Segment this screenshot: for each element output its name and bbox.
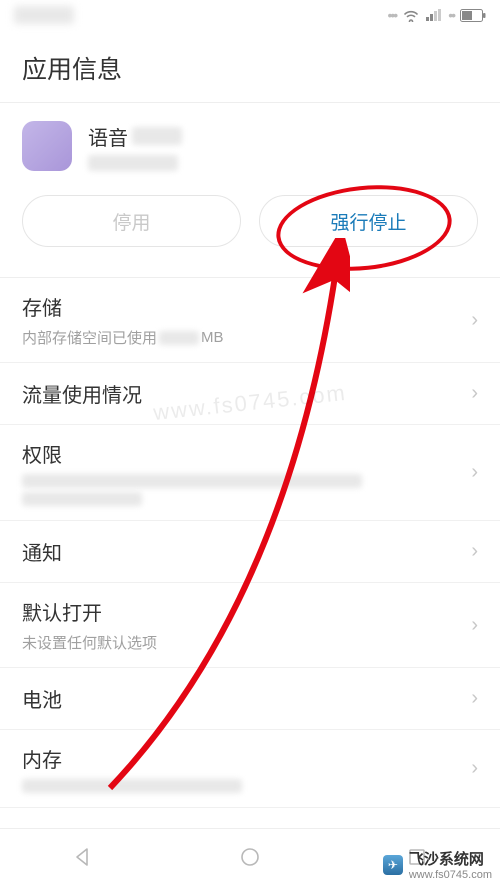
chevron-right-icon: › <box>471 382 478 405</box>
chevron-right-icon: › <box>471 614 478 637</box>
status-bar: ••• •• <box>0 0 500 30</box>
page-title: 应用信息 <box>22 50 478 86</box>
action-buttons-row: 停用 强行停止 <box>0 185 500 277</box>
disable-button[interactable]: 停用 <box>22 195 241 247</box>
nav-home-button[interactable] <box>236 843 264 871</box>
notifications-title: 通知 <box>22 537 62 566</box>
default-open-row[interactable]: 默认打开 未设置任何默认选项 › <box>0 583 500 668</box>
app-version-blur <box>88 155 178 171</box>
permissions-blur2 <box>22 492 142 506</box>
status-icons: ••• •• <box>387 7 486 23</box>
notifications-row[interactable]: 通知 › <box>0 521 500 583</box>
status-time-blur <box>14 6 74 24</box>
nav-recent-button[interactable] <box>403 843 431 871</box>
app-info-block: 语音 <box>0 103 500 185</box>
permissions-title: 权限 <box>22 439 362 468</box>
default-open-title: 默认打开 <box>22 597 157 626</box>
page-header: 应用信息 <box>0 30 500 102</box>
settings-list: 存储 内部存储空间已使用 MB › 流量使用情况 › 权限 › 通知 › <box>0 278 500 808</box>
storage-size-blur <box>159 331 199 345</box>
default-open-subtitle: 未设置任何默认选项 <box>22 632 157 653</box>
square-recent-icon <box>406 846 428 868</box>
memory-subtitle <box>22 779 242 793</box>
storage-sub-prefix: 内部存储空间已使用 <box>22 327 157 348</box>
permissions-subtitle <box>22 474 362 506</box>
battery-row[interactable]: 电池 › <box>0 668 500 730</box>
storage-sub-unit: MB <box>201 329 224 346</box>
battery-title: 电池 <box>22 684 62 713</box>
triangle-back-icon <box>72 846 94 868</box>
app-icon <box>22 121 72 171</box>
battery-icon <box>460 9 486 22</box>
nav-back-button[interactable] <box>69 843 97 871</box>
memory-row[interactable]: 内存 › <box>0 730 500 808</box>
memory-title: 内存 <box>22 744 242 773</box>
navigation-bar <box>0 828 500 884</box>
storage-title: 存储 <box>22 292 224 321</box>
force-stop-button[interactable]: 强行停止 <box>259 195 478 247</box>
circle-home-icon <box>239 846 261 868</box>
app-name-text: 语音 <box>88 122 128 151</box>
storage-row[interactable]: 存储 内部存储空间已使用 MB › <box>0 278 500 363</box>
status-dots-icon: ••• <box>387 7 396 23</box>
wifi-icon <box>402 8 420 22</box>
chevron-right-icon: › <box>471 757 478 780</box>
permissions-blur1 <box>22 474 362 488</box>
storage-subtitle: 内部存储空间已使用 MB <box>22 327 224 348</box>
permissions-row[interactable]: 权限 › <box>0 425 500 521</box>
app-name-blur <box>132 127 182 145</box>
data-usage-title: 流量使用情况 <box>22 379 142 408</box>
chevron-right-icon: › <box>471 540 478 563</box>
chevron-right-icon: › <box>471 461 478 484</box>
memory-blur <box>22 779 242 793</box>
data-usage-row[interactable]: 流量使用情况 › <box>0 363 500 425</box>
app-name: 语音 <box>88 122 182 151</box>
signal-icon <box>426 9 442 21</box>
chevron-right-icon: › <box>471 309 478 332</box>
chevron-right-icon: › <box>471 687 478 710</box>
status-dots2-icon: •• <box>448 7 454 23</box>
